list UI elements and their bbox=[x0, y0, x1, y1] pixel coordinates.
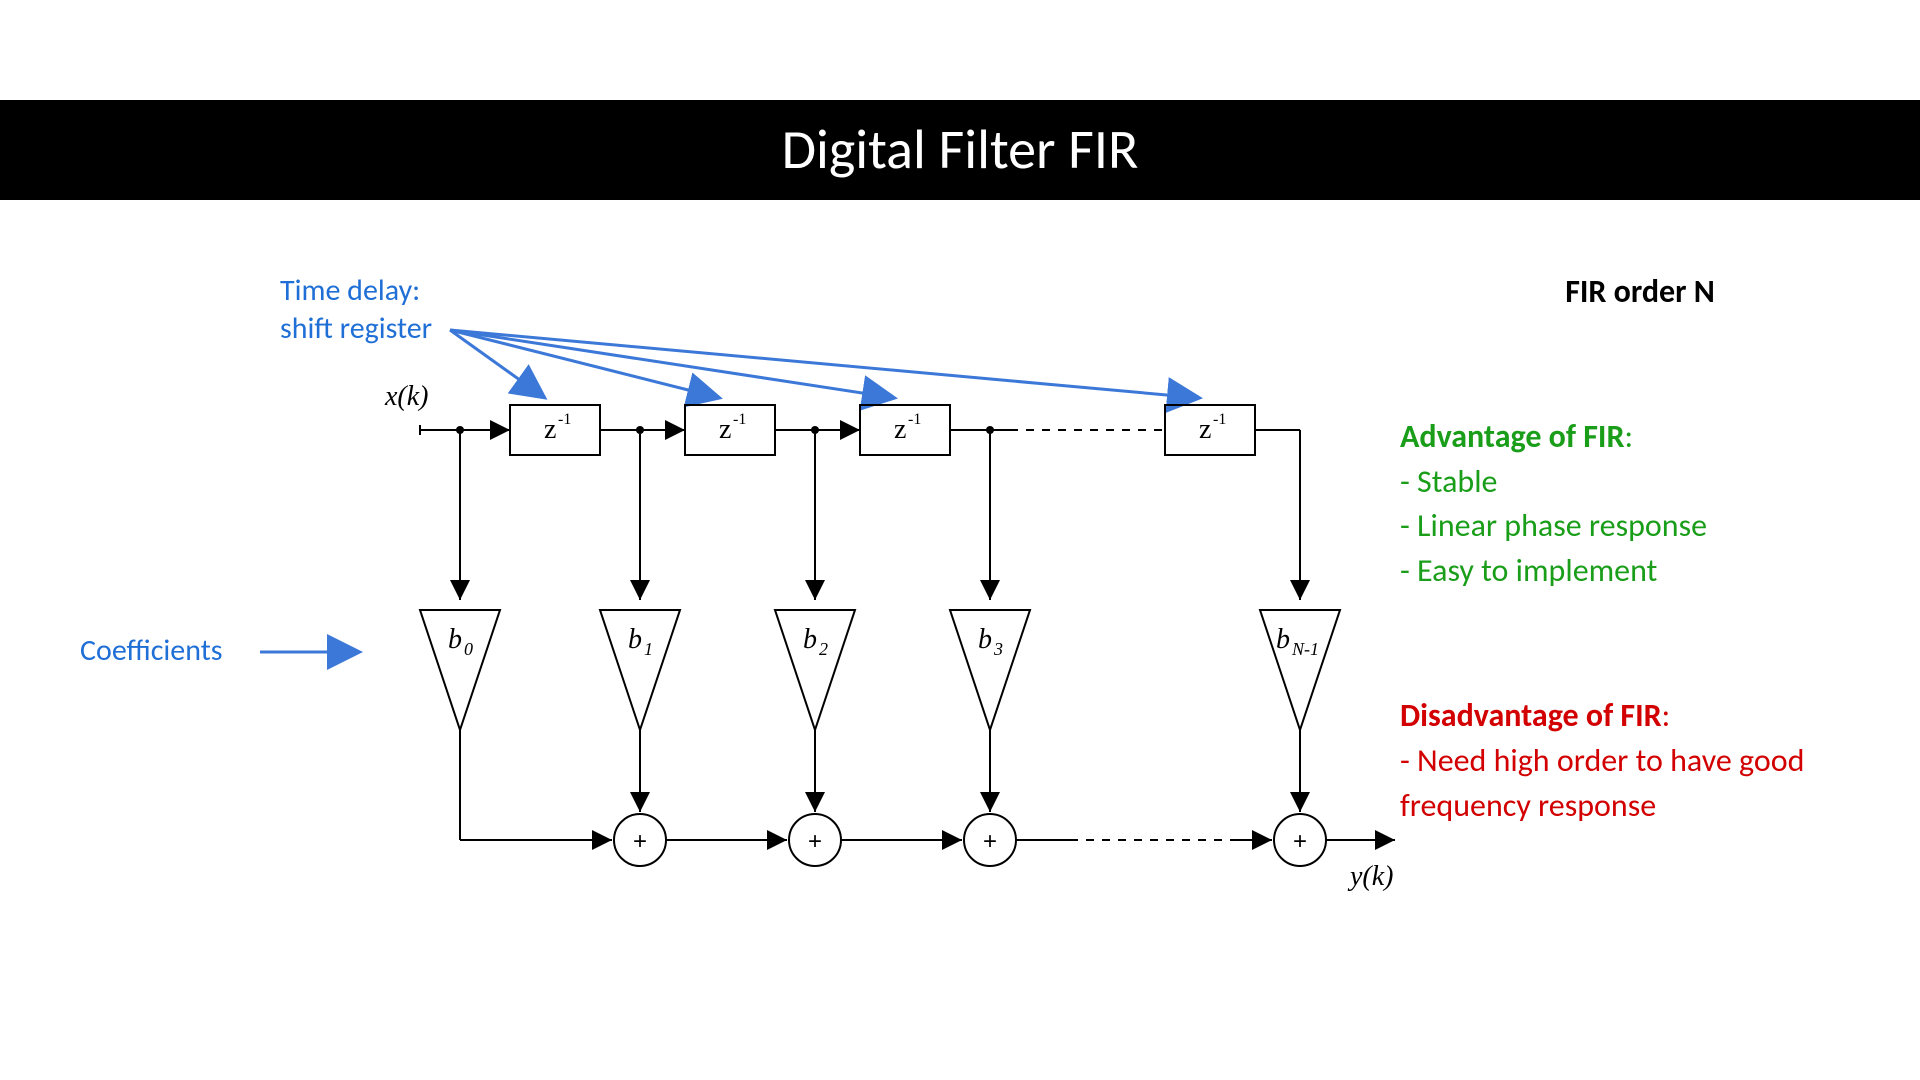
sum-node: + bbox=[964, 814, 1016, 866]
input-label: x(k) bbox=[384, 381, 429, 412]
svg-text:b: b bbox=[1276, 624, 1290, 655]
output-label: y(k) bbox=[1347, 861, 1394, 892]
node-dot bbox=[986, 426, 994, 434]
advantage-block: Advantage of FIR: - Stable - Linear phas… bbox=[1400, 415, 1880, 594]
title-text: Digital Filter FIR bbox=[782, 116, 1139, 184]
svg-text:+: + bbox=[983, 828, 997, 855]
annotation-arrow bbox=[450, 330, 545, 398]
coeff-triangle: b 3 bbox=[950, 610, 1030, 730]
svg-text:b: b bbox=[803, 624, 817, 655]
svg-text:z: z bbox=[544, 414, 556, 445]
order-label: FIR order N bbox=[1400, 270, 1880, 315]
node-dot bbox=[811, 426, 819, 434]
coeff-triangle: b 1 bbox=[600, 610, 680, 730]
svg-text:b: b bbox=[448, 624, 462, 655]
svg-text:z: z bbox=[1199, 414, 1211, 445]
svg-text:2: 2 bbox=[819, 639, 828, 659]
disadvantage-item: - Need high order to have good frequency… bbox=[1400, 739, 1880, 829]
svg-text:1: 1 bbox=[644, 639, 653, 659]
fir-diagram: Time delay: shift register Coefficients … bbox=[50, 230, 1400, 980]
coeff-triangle: b 0 bbox=[420, 610, 500, 730]
svg-text:-1: -1 bbox=[558, 411, 571, 428]
delay-block: z -1 bbox=[1165, 405, 1255, 455]
svg-text:0: 0 bbox=[464, 639, 473, 659]
svg-text:+: + bbox=[808, 828, 822, 855]
sum-node: + bbox=[789, 814, 841, 866]
svg-text:b: b bbox=[628, 624, 642, 655]
sum-node: + bbox=[614, 814, 666, 866]
delay-block: z -1 bbox=[685, 405, 775, 455]
node-dot bbox=[636, 426, 644, 434]
disadvantage-block: Disadvantage of FIR: - Need high order t… bbox=[1400, 694, 1880, 828]
node-dot bbox=[456, 426, 464, 434]
svg-text:+: + bbox=[1293, 828, 1307, 855]
advantage-item: - Linear phase response bbox=[1400, 504, 1880, 549]
svg-text:z: z bbox=[719, 414, 731, 445]
svg-text:b: b bbox=[978, 624, 992, 655]
svg-text:-1: -1 bbox=[733, 411, 746, 428]
sum-node: + bbox=[1274, 814, 1326, 866]
page-title: Digital Filter FIR bbox=[0, 100, 1920, 200]
delay-block: z -1 bbox=[860, 405, 950, 455]
svg-text:3: 3 bbox=[993, 639, 1003, 659]
svg-text:-1: -1 bbox=[1213, 411, 1226, 428]
svg-text:z: z bbox=[894, 414, 906, 445]
disadvantage-heading: Disadvantage of FIR bbox=[1400, 696, 1662, 735]
svg-text:+: + bbox=[633, 828, 647, 855]
advantage-heading: Advantage of FIR bbox=[1400, 417, 1624, 456]
advantage-item: - Stable bbox=[1400, 460, 1880, 505]
svg-text:N-1: N-1 bbox=[1291, 639, 1319, 659]
time-delay-label: Time delay: bbox=[280, 272, 420, 309]
advantage-item: - Easy to implement bbox=[1400, 549, 1880, 594]
svg-text:-1: -1 bbox=[908, 411, 921, 428]
delay-block: z -1 bbox=[510, 405, 600, 455]
coeff-triangle: b 2 bbox=[775, 610, 855, 730]
coefficients-label: Coefficients bbox=[80, 632, 222, 669]
coeff-triangle: b N-1 bbox=[1260, 610, 1340, 730]
shift-register-label: shift register bbox=[280, 310, 432, 347]
side-panel: FIR order N Advantage of FIR: - Stable -… bbox=[1400, 270, 1880, 828]
